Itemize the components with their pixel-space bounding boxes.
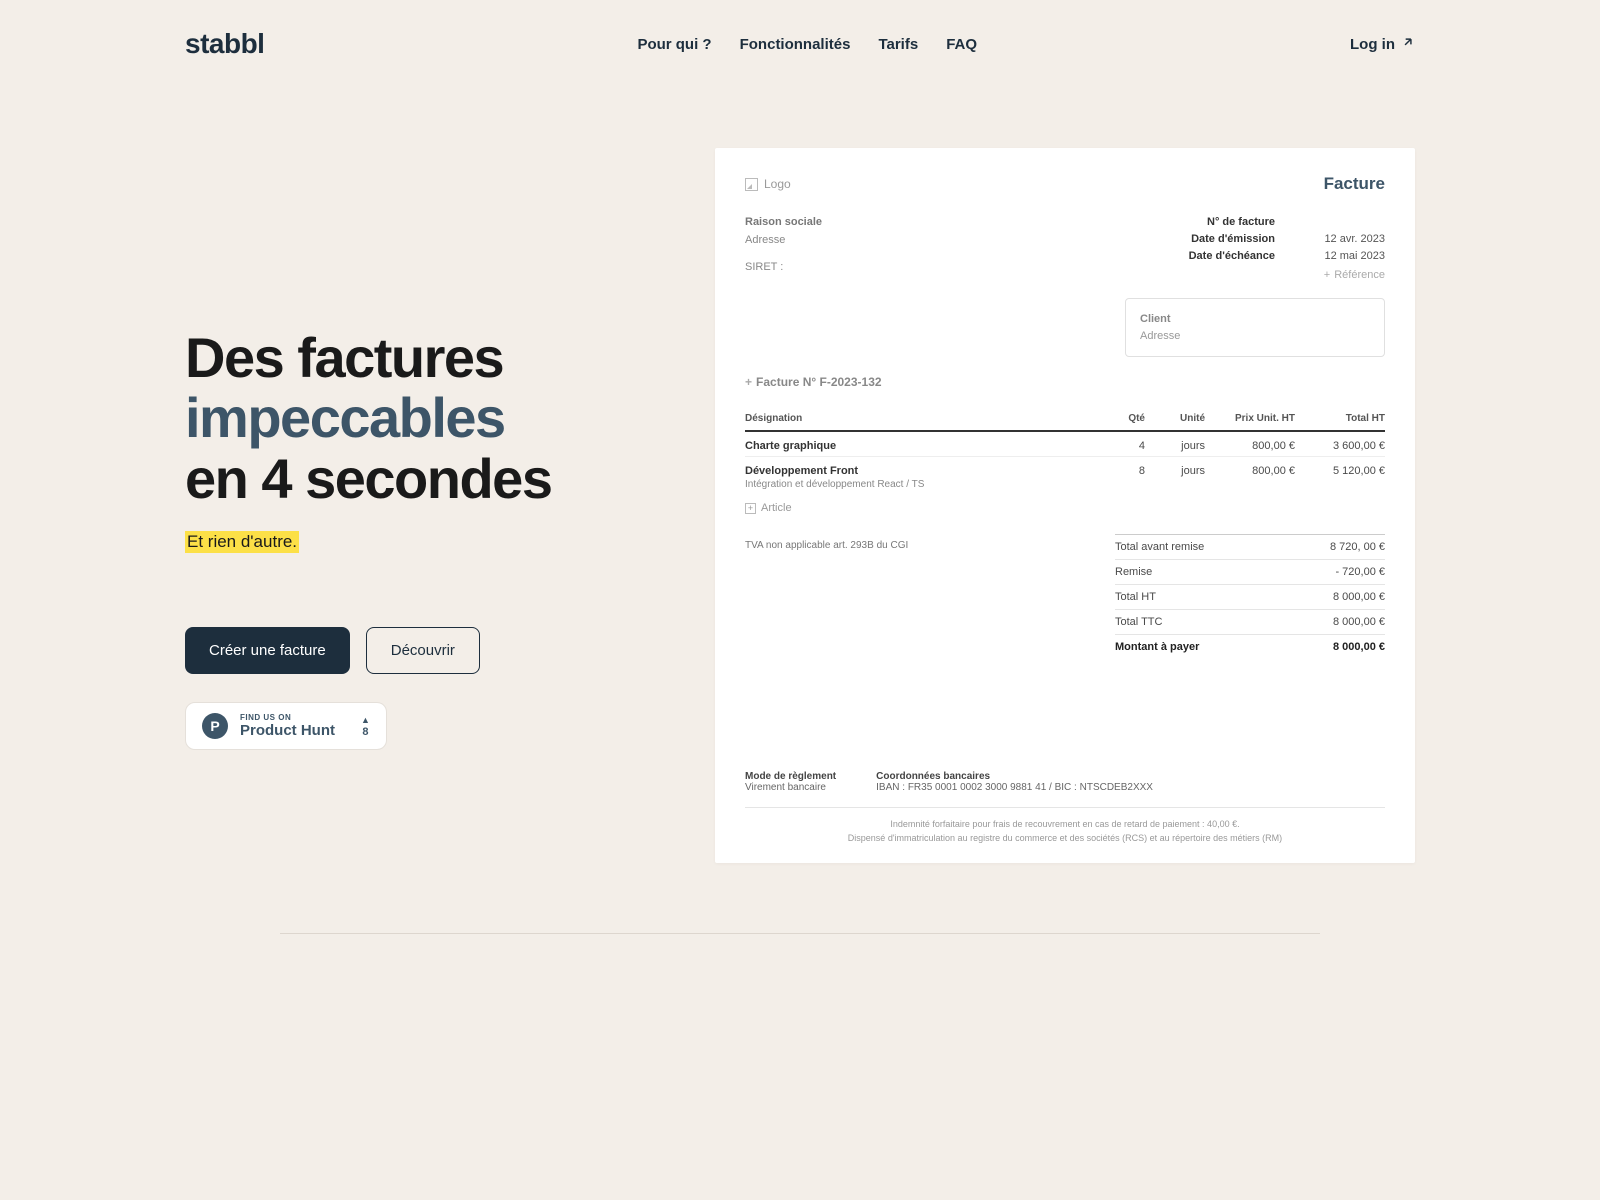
line-sub: Intégration et développement React / TS <box>745 479 1095 490</box>
headline-line2: impeccables <box>185 386 505 449</box>
login-link[interactable]: Log in <box>1350 35 1415 53</box>
total-before-discount-value: 8 720, 00 € <box>1330 541 1385 553</box>
headline: Des factures impeccables en 4 secondes <box>185 328 655 509</box>
plus-square-icon: + <box>745 503 756 514</box>
sender-address: Adresse <box>745 232 822 250</box>
login-label: Log in <box>1350 36 1395 53</box>
meta-number-value[interactable] <box>1315 214 1385 231</box>
client-name: Client <box>1140 311 1370 328</box>
discount-label: Remise <box>1115 566 1152 578</box>
total-ht-value: 8 000,00 € <box>1333 591 1385 603</box>
amount-due-label: Montant à payer <box>1115 641 1199 653</box>
legal-notes: Indemnité forfaitaire pour frais de reco… <box>745 818 1385 845</box>
plus-icon: + <box>1324 269 1330 281</box>
nav-faq[interactable]: FAQ <box>946 36 977 53</box>
nav-tarifs[interactable]: Tarifs <box>878 36 918 53</box>
tagline: Et rien d'autre. <box>185 531 299 553</box>
payment-info: Mode de règlement Virement bancaire Coor… <box>745 771 1385 793</box>
producthunt-votes: ▲ 8 <box>361 715 370 738</box>
main-content: Des factures impeccables en 4 secondes E… <box>185 148 1415 863</box>
producthunt-badge[interactable]: P FIND US ON Product Hunt ▲ 8 <box>185 702 387 750</box>
discount-value: - 720,00 € <box>1335 566 1385 578</box>
line-item[interactable]: Développement Front Intégration et dévelo… <box>745 457 1385 495</box>
cta-row: Créer une facture Découvrir <box>185 627 655 674</box>
invoice-meta: N° de facture Date d'émission 12 avr. 202… <box>1189 214 1385 284</box>
col-qty: Qté <box>1095 407 1145 431</box>
header: stabbl Pour qui ? Fonctionnalités Tarifs… <box>185 0 1415 88</box>
invoice-title: Facture <box>1324 174 1385 194</box>
line-unit: jours <box>1145 457 1205 495</box>
triangle-up-icon: ▲ <box>361 715 370 725</box>
invoice-number-line[interactable]: +Facture N° F-2023-132 <box>745 375 1385 389</box>
line-name: Développement Front <box>745 465 858 477</box>
amount-due-value: 8 000,00 € <box>1333 641 1385 653</box>
sender-siret: SIRET : <box>745 259 822 277</box>
line-price: 800,00 € <box>1205 431 1295 457</box>
line-item[interactable]: Charte graphique 4 jours 800,00 € 3 600,… <box>745 431 1385 457</box>
nav-pour-qui[interactable]: Pour qui ? <box>637 36 711 53</box>
producthunt-name: Product Hunt <box>240 722 335 739</box>
add-article-label: Article <box>761 502 792 514</box>
line-total: 5 120,00 € <box>1295 457 1385 495</box>
line-total: 3 600,00 € <box>1295 431 1385 457</box>
primary-nav: Pour qui ? Fonctionnalités Tarifs FAQ <box>637 36 977 53</box>
meta-issue-label: Date d'émission <box>1191 231 1275 248</box>
arrow-up-right-icon <box>1401 35 1415 53</box>
client-address: Adresse <box>1140 328 1370 345</box>
discover-button[interactable]: Découvrir <box>366 627 480 674</box>
meta-number-label: N° de facture <box>1207 214 1275 231</box>
meta-reference[interactable]: +Référence <box>1189 267 1385 284</box>
line-items-table: Désignation Qté Unité Prix Unit. HT Tota… <box>745 407 1385 494</box>
invoice-logo-label: Logo <box>764 177 791 191</box>
invoice-preview: Logo Facture Raison sociale Adresse SIRE… <box>715 148 1415 863</box>
total-ttc-value: 8 000,00 € <box>1333 616 1385 628</box>
sender-company: Raison sociale <box>745 214 822 232</box>
headline-line3: en 4 secondes <box>185 447 551 510</box>
total-before-discount-label: Total avant remise <box>1115 541 1204 553</box>
hero-section: Des factures impeccables en 4 secondes E… <box>185 148 655 863</box>
col-unit-price: Prix Unit. HT <box>1205 407 1295 431</box>
legal-line1: Indemnité forfaitaire pour frais de reco… <box>745 818 1385 832</box>
footer-divider <box>280 933 1320 934</box>
bank-label: Coordonnées bancaires <box>876 771 1153 782</box>
line-qty: 4 <box>1095 431 1145 457</box>
sender-block[interactable]: Raison sociale Adresse SIRET : <box>745 214 822 284</box>
payment-mode-value: Virement bancaire <box>745 782 836 793</box>
invoice-divider <box>745 807 1385 808</box>
client-box[interactable]: Client Adresse <box>1125 298 1385 357</box>
plus-icon: + <box>745 375 752 389</box>
line-name: Charte graphique <box>745 440 836 452</box>
legal-line2: Dispensé d'immatriculation au registre d… <box>745 832 1385 846</box>
col-designation: Désignation <box>745 407 1095 431</box>
tva-note: TVA non applicable art. 293B du CGI <box>745 534 1075 659</box>
totals-block: Total avant remise 8 720, 00 € Remise - 72… <box>1115 534 1385 659</box>
producthunt-find: FIND US ON <box>240 713 335 722</box>
producthunt-icon: P <box>202 713 228 739</box>
image-icon <box>745 178 758 191</box>
invoice-logo-placeholder[interactable]: Logo <box>745 174 791 194</box>
meta-due-label: Date d'échéance <box>1189 248 1275 265</box>
line-price: 800,00 € <box>1205 457 1295 495</box>
payment-mode-label: Mode de règlement <box>745 771 836 782</box>
line-qty: 8 <box>1095 457 1145 495</box>
headline-line1: Des factures <box>185 326 503 389</box>
brand-logo[interactable]: stabbl <box>185 28 264 60</box>
line-unit: jours <box>1145 431 1205 457</box>
col-total: Total HT <box>1295 407 1385 431</box>
bank-value: IBAN : FR35 0001 0002 3000 9881 41 / BIC… <box>876 782 1153 793</box>
producthunt-text: FIND US ON Product Hunt <box>240 713 335 739</box>
create-invoice-button[interactable]: Créer une facture <box>185 627 350 674</box>
meta-due-value[interactable]: 12 mai 2023 <box>1315 248 1385 265</box>
meta-issue-value[interactable]: 12 avr. 2023 <box>1315 231 1385 248</box>
nav-fonctionnalites[interactable]: Fonctionnalités <box>740 36 851 53</box>
col-unit: Unité <box>1145 407 1205 431</box>
total-ttc-label: Total TTC <box>1115 616 1162 628</box>
add-article-button[interactable]: + Article <box>745 502 1385 514</box>
producthunt-vote-count: 8 <box>362 726 368 738</box>
total-ht-label: Total HT <box>1115 591 1156 603</box>
